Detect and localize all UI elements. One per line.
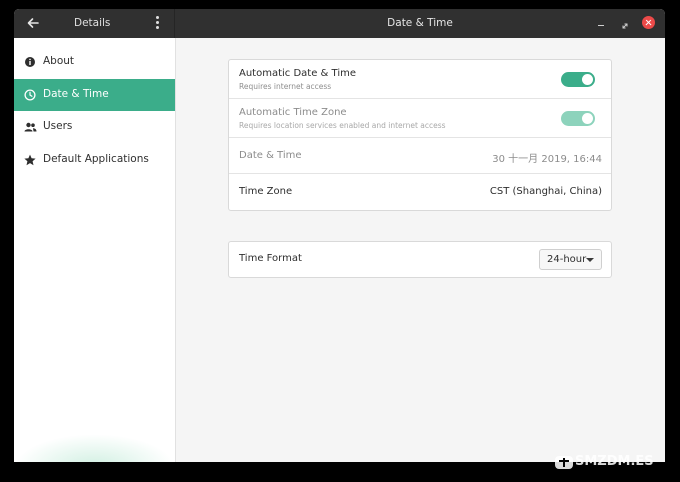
row-title: Date & Time [239,150,302,161]
auto-date-time-toggle[interactable] [561,72,595,87]
maximize-icon [622,23,628,29]
star-icon [24,154,36,166]
sidebar-item-users[interactable]: Users [14,111,175,143]
settings-window: Details Date & Time About Date & Time Us… [14,9,665,462]
sidebar-item-date-time[interactable]: Date & Time [14,79,175,111]
watermark-text: SMZDM.ES [575,454,654,469]
sidebar-item-label: Default Applications [43,153,149,165]
sidebar-item-label: Date & Time [43,88,109,100]
row-subtitle: Requires location services enabled and i… [239,121,446,130]
auto-date-time-row: Automatic Date & Time Requires internet … [229,60,611,99]
sidebar-item-label: Users [43,120,73,132]
date-time-card: Automatic Date & Time Requires internet … [228,59,612,211]
time-zone-value: CST (Shanghai, China) [489,186,602,197]
toggle-knob [582,74,593,85]
sidebar-item-about[interactable]: About [14,46,175,78]
main-panel: Automatic Date & Time Requires internet … [176,38,665,462]
time-format-row: Time Format 24-hour [229,242,611,277]
dropdown-value: 24-hour [547,254,587,265]
vertical-dots-icon-dot [155,21,159,24]
caret-down-icon [586,258,594,262]
date-time-value: 30 十一月 2019, 16:44 [492,154,602,165]
vertical-dots-icon-dot [155,26,159,29]
clock-icon [24,89,36,101]
row-title: Automatic Date & Time [239,68,356,79]
sidebar: About Date & Time Users Default Applicat… [14,38,176,462]
toggle-knob [582,113,593,124]
minimize-button[interactable] [595,17,607,29]
arrow-left-icon [27,18,39,28]
sidebar-header: Details [14,9,175,38]
sidebar-header-title: Details [74,17,111,29]
sidebar-glow [14,434,175,462]
sidebar-item-default-applications[interactable]: Default Applications [14,144,175,176]
time-format-card: Time Format 24-hour [228,241,612,278]
row-title: Automatic Time Zone [239,107,347,118]
window-title: Date & Time [387,17,453,29]
row-title: Time Zone [239,186,293,197]
row-title: Time Format [239,253,302,264]
auto-time-zone-toggle[interactable] [561,111,595,126]
info-icon [24,56,36,68]
sidebar-item-label: About [43,55,75,67]
time-format-dropdown[interactable]: 24-hour [539,249,602,270]
back-button[interactable] [24,15,42,31]
close-button[interactable] [642,16,655,29]
title-bar: Details Date & Time [14,9,665,38]
more-options-button[interactable] [153,16,161,30]
row-subtitle: Requires internet access [239,82,332,91]
watermark-logo-icon [555,456,573,469]
vertical-dots-icon [155,16,159,19]
maximize-button[interactable] [619,17,631,29]
users-icon [24,121,37,133]
date-time-row: Date & Time 30 十一月 2019, 16:44 [229,138,611,174]
watermark: SMZDM.ES [553,451,673,475]
auto-time-zone-row: Automatic Time Zone Requires location se… [229,99,611,138]
time-zone-row[interactable]: Time Zone CST (Shanghai, China) [229,174,611,210]
